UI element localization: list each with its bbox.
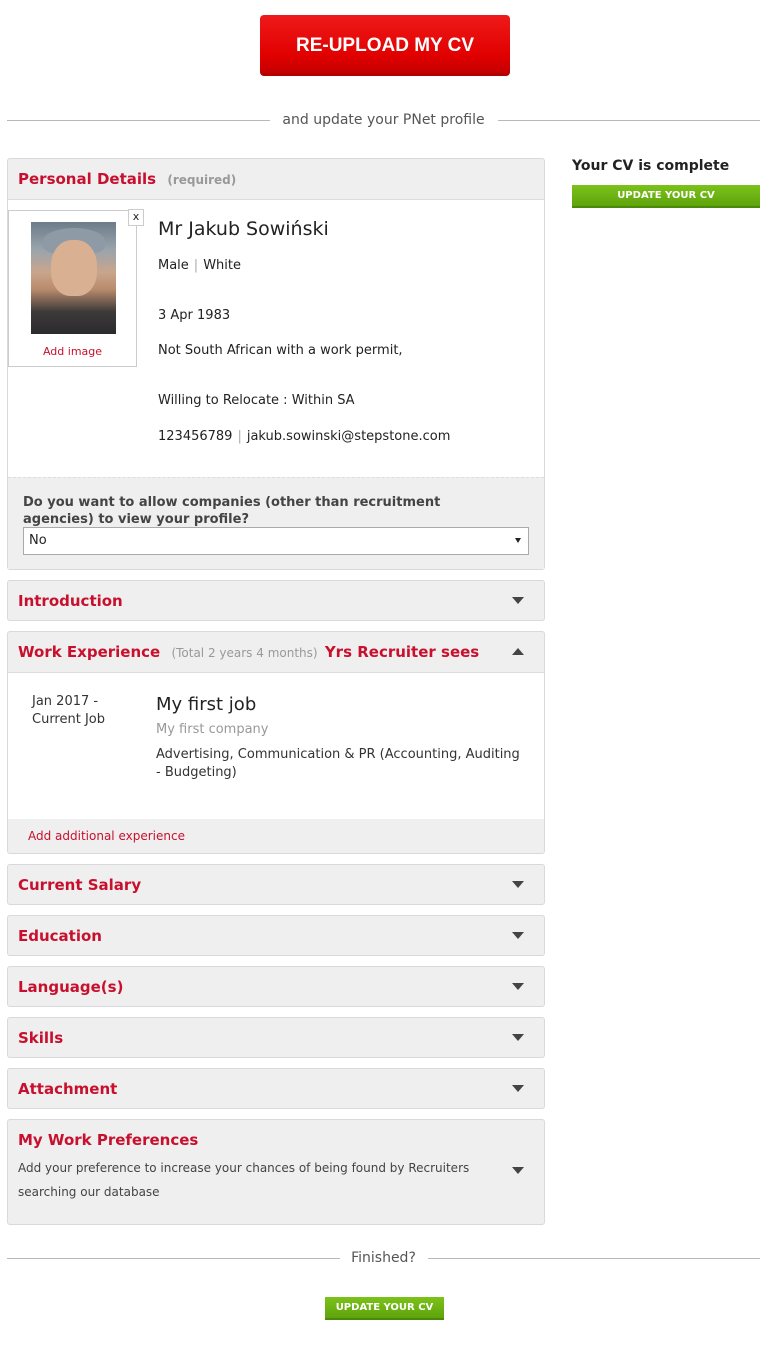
languages-panel[interactable]: Language(s) bbox=[7, 966, 545, 1007]
work-experience-header[interactable]: Work Experience (Total 2 years 4 months)… bbox=[8, 632, 544, 672]
skills-title: Skills bbox=[18, 1029, 64, 1047]
personal-details-header[interactable]: Personal Details (required) bbox=[8, 159, 544, 199]
profile-photo[interactable] bbox=[31, 222, 116, 334]
work-preferences-panel[interactable]: My Work Preferences Add your preference … bbox=[7, 1119, 545, 1225]
profile-photo-box: x Add image bbox=[8, 209, 144, 367]
update-profile-divider: and update your PNet profile bbox=[7, 110, 760, 130]
job-company: My first company bbox=[156, 722, 269, 737]
chevron-down-icon[interactable] bbox=[512, 1085, 524, 1092]
work-preferences-description: Add your preference to increase your cha… bbox=[18, 1161, 470, 1199]
chevron-down-icon[interactable] bbox=[512, 1167, 524, 1174]
introduction-panel[interactable]: Introduction bbox=[7, 580, 545, 621]
gender-race: Male | White bbox=[158, 258, 241, 273]
job-dates: Jan 2017 - Current Job bbox=[32, 693, 132, 729]
work-experience-title: Work Experience bbox=[18, 643, 161, 661]
education-panel[interactable]: Education bbox=[7, 915, 545, 956]
select-arrow-icon bbox=[515, 538, 521, 543]
contact-details: 123456789 | jakub.sowinski@stepstone.com bbox=[158, 429, 451, 444]
job-entry[interactable]: Jan 2017 - Current Job My first job My f… bbox=[8, 672, 544, 819]
add-image-link[interactable]: Add image bbox=[9, 345, 136, 358]
visibility-question: Do you want to allow companies (other th… bbox=[23, 495, 441, 527]
email-address: jakub.sowinski@stepstone.com bbox=[246, 429, 451, 444]
gender-value: Male bbox=[158, 258, 189, 273]
current-salary-panel[interactable]: Current Salary bbox=[7, 864, 545, 905]
languages-title: Language(s) bbox=[18, 978, 124, 996]
attachment-title: Attachment bbox=[18, 1080, 118, 1098]
chevron-up-icon[interactable] bbox=[512, 648, 524, 655]
personal-details-panel: Personal Details (required) x Add image … bbox=[7, 158, 545, 570]
personal-details-body: x Add image Mr Jakub Sowiński Male | White… bbox=[8, 199, 544, 477]
job-date-end: Current Job bbox=[32, 712, 105, 727]
required-label: (required) bbox=[167, 173, 237, 187]
chevron-down-icon[interactable] bbox=[512, 932, 524, 939]
chevron-down-icon[interactable] bbox=[512, 1034, 524, 1041]
introduction-title: Introduction bbox=[18, 592, 123, 610]
cv-status-text: Your CV is complete bbox=[572, 158, 730, 174]
job-industry: Advertising, Communication & PR (Account… bbox=[156, 747, 520, 780]
bottom-update-cv-button[interactable]: UPDATE YOUR CV bbox=[325, 1297, 444, 1320]
phone-number: 123456789 bbox=[158, 429, 233, 444]
chevron-down-icon[interactable] bbox=[512, 983, 524, 990]
personal-details-title: Personal Details bbox=[18, 170, 157, 188]
reupload-cv-button[interactable]: RE-UPLOAD MY CV bbox=[260, 15, 510, 76]
attachment-panel[interactable]: Attachment bbox=[7, 1068, 545, 1109]
visibility-select[interactable]: No bbox=[23, 527, 529, 555]
sidebar-update-cv-button[interactable]: UPDATE YOUR CV bbox=[572, 185, 760, 208]
divider-text: and update your PNet profile bbox=[272, 112, 495, 128]
skills-panel[interactable]: Skills bbox=[7, 1017, 545, 1058]
profile-visibility-section: Do you want to allow companies (other th… bbox=[8, 477, 544, 569]
job-date-start: Jan 2017 - bbox=[32, 694, 99, 709]
chevron-down-icon[interactable] bbox=[512, 881, 524, 888]
date-of-birth: 3 Apr 1983 bbox=[158, 308, 231, 323]
visibility-select-value: No bbox=[29, 533, 47, 548]
race-value: White bbox=[203, 258, 241, 273]
relocation-preference: Willing to Relocate : Within SA bbox=[158, 393, 355, 408]
work-experience-panel: Work Experience (Total 2 years 4 months)… bbox=[7, 631, 545, 854]
work-preferences-title: My Work Preferences bbox=[18, 1131, 199, 1149]
finished-divider: Finished? bbox=[7, 1248, 760, 1268]
total-experience: (Total 2 years 4 months) bbox=[171, 646, 318, 660]
job-title: My first job bbox=[156, 694, 257, 715]
finished-text: Finished? bbox=[341, 1250, 426, 1266]
work-permit-status: Not South African with a work permit, bbox=[158, 343, 403, 358]
chevron-down-icon[interactable] bbox=[512, 597, 524, 604]
education-title: Education bbox=[18, 927, 102, 945]
recruiter-sees-label: Yrs Recruiter sees bbox=[324, 643, 480, 661]
remove-photo-button[interactable]: x bbox=[128, 209, 144, 226]
current-salary-title: Current Salary bbox=[18, 876, 142, 894]
add-experience-link[interactable]: Add additional experience bbox=[28, 829, 185, 843]
candidate-name: Mr Jakub Sowiński bbox=[158, 218, 329, 240]
